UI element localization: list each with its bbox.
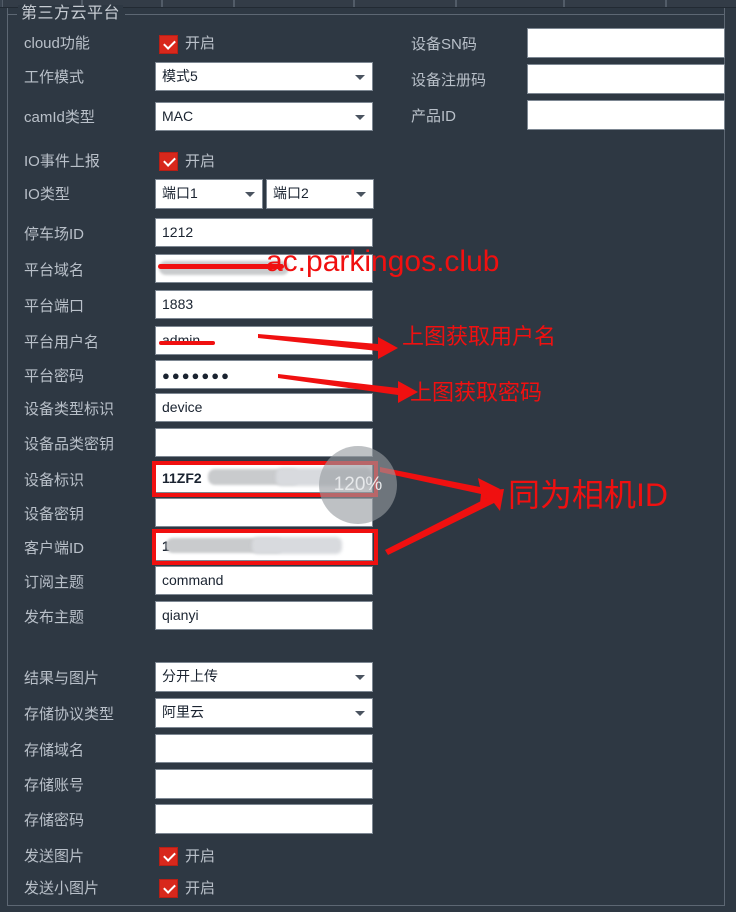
label-storage-protocol-type: 存储协议类型 (24, 706, 115, 723)
group-box-top-left-rule (7, 14, 17, 15)
tab-item[interactable] (162, 0, 234, 7)
input-storage-account[interactable] (155, 769, 373, 799)
label-device-category-key: 设备品类密钥 (24, 436, 115, 453)
tab-item[interactable] (234, 0, 354, 7)
tab-item[interactable] (666, 0, 736, 7)
label-io-type: IO类型 (24, 186, 70, 203)
input-device-registration-code[interactable] (527, 64, 725, 94)
label-platform-port: 平台端口 (24, 298, 85, 315)
label-parking-lot-id: 停车场ID (24, 226, 85, 243)
combo-io-type-port2[interactable]: 端口2 (266, 179, 374, 209)
input-product-id[interactable] (527, 100, 725, 130)
combo-io-type-port1-value: 端口1 (162, 185, 198, 201)
input-platform-port[interactable]: 1883 (155, 290, 373, 319)
chevron-down-icon (355, 711, 365, 716)
label-platform-domain: 平台域名 (24, 262, 85, 279)
annotation-password-note: 上图获取密码 (410, 380, 543, 405)
input-platform-port-value: 1883 (162, 296, 194, 312)
checkbox-io-event-report[interactable] (159, 152, 178, 171)
group-box-title: 第三方云平台 (18, 5, 124, 23)
input-device-type-id-value: device (162, 399, 203, 415)
label-device-registration-code: 设备注册码 (411, 72, 487, 89)
combo-work-mode-value: 模式5 (162, 68, 198, 84)
label-result-and-image: 结果与图片 (24, 670, 100, 687)
zoom-level-badge: 120% (319, 446, 397, 524)
group-box-top-right-rule (125, 14, 725, 15)
annotation-strikethrough-username (159, 341, 215, 345)
label-subscribe-topic: 订阅主题 (24, 574, 85, 591)
label-work-mode: 工作模式 (24, 69, 85, 86)
annotation-highlight-client-id (152, 529, 378, 565)
combo-camid-type-value: MAC (162, 108, 194, 124)
input-publish-topic-value: qianyi (162, 607, 199, 623)
input-publish-topic[interactable]: qianyi (155, 601, 373, 630)
label-device-type-id: 设备类型标识 (24, 401, 115, 418)
checkbox-label-io-event-report: 开启 (185, 153, 216, 170)
input-device-type-id[interactable]: device (155, 393, 373, 422)
input-subscribe-topic[interactable]: command (155, 566, 373, 595)
label-product-id: 产品ID (411, 108, 457, 125)
label-send-image: 发送图片 (24, 848, 85, 865)
label-platform-username: 平台用户名 (24, 334, 100, 351)
combo-result-and-image-value: 分开上传 (162, 668, 218, 684)
annotation-username-note: 上图获取用户名 (402, 324, 557, 349)
input-device-sn[interactable] (527, 28, 725, 58)
combo-camid-type[interactable]: MAC (155, 102, 373, 131)
label-cloud-function: cloud功能 (24, 35, 90, 52)
label-device-sn: 设备SN码 (411, 36, 477, 53)
chevron-down-icon (356, 192, 366, 197)
annotation-domain-note: ac.parkingos.club (266, 245, 500, 278)
label-send-small-image: 发送小图片 (24, 880, 100, 897)
input-subscribe-topic-value: command (162, 572, 224, 588)
checkbox-cloud-function[interactable] (159, 35, 178, 54)
combo-storage-protocol-type-value: 阿里云 (162, 704, 204, 720)
chevron-down-icon (355, 675, 365, 680)
label-device-key: 设备密钥 (24, 506, 85, 523)
input-parking-lot-id[interactable]: 1212 (155, 218, 373, 247)
window-root: 第三方云平台 cloud功能 开启 工作模式 模式5 camId类型 MAC I… (0, 0, 736, 912)
input-platform-password-value: ●●●●●●● (162, 368, 231, 383)
tab-item[interactable] (456, 0, 564, 7)
combo-storage-protocol-type[interactable]: 阿里云 (155, 698, 373, 728)
checkbox-send-image[interactable] (159, 847, 178, 866)
label-storage-account: 存储账号 (24, 777, 85, 794)
chevron-down-icon (355, 74, 365, 80)
label-storage-password: 存储密码 (24, 812, 85, 829)
checkbox-label-send-small-image: 开启 (185, 880, 216, 897)
input-storage-password[interactable] (155, 804, 373, 834)
label-publish-topic: 发布主题 (24, 609, 85, 626)
tab-item[interactable] (564, 0, 666, 7)
label-camid-type: camId类型 (24, 109, 95, 126)
input-platform-password[interactable]: ●●●●●●● (155, 360, 373, 389)
input-platform-username-value: admin (162, 332, 201, 348)
checkbox-send-small-image[interactable] (159, 879, 178, 898)
label-platform-password: 平台密码 (24, 368, 85, 385)
combo-io-type-port2-value: 端口2 (273, 185, 309, 201)
tab-item[interactable] (354, 0, 456, 7)
annotation-camera-id-note: 同为相机ID (508, 477, 669, 513)
combo-result-and-image[interactable]: 分开上传 (155, 662, 373, 692)
input-storage-domain[interactable] (155, 734, 373, 763)
chevron-down-icon (355, 114, 365, 120)
label-device-id: 设备标识 (24, 472, 85, 489)
label-client-id: 客户端ID (24, 540, 85, 557)
checkbox-label-cloud-function: 开启 (185, 35, 216, 52)
input-parking-lot-id-value: 1212 (162, 224, 194, 240)
combo-work-mode[interactable]: 模式5 (155, 62, 373, 91)
label-io-event-report: IO事件上报 (24, 153, 100, 170)
combo-io-type-port1[interactable]: 端口1 (155, 179, 263, 209)
checkbox-label-send-image: 开启 (185, 848, 216, 865)
chevron-down-icon (245, 192, 255, 197)
label-storage-domain: 存储域名 (24, 742, 85, 759)
